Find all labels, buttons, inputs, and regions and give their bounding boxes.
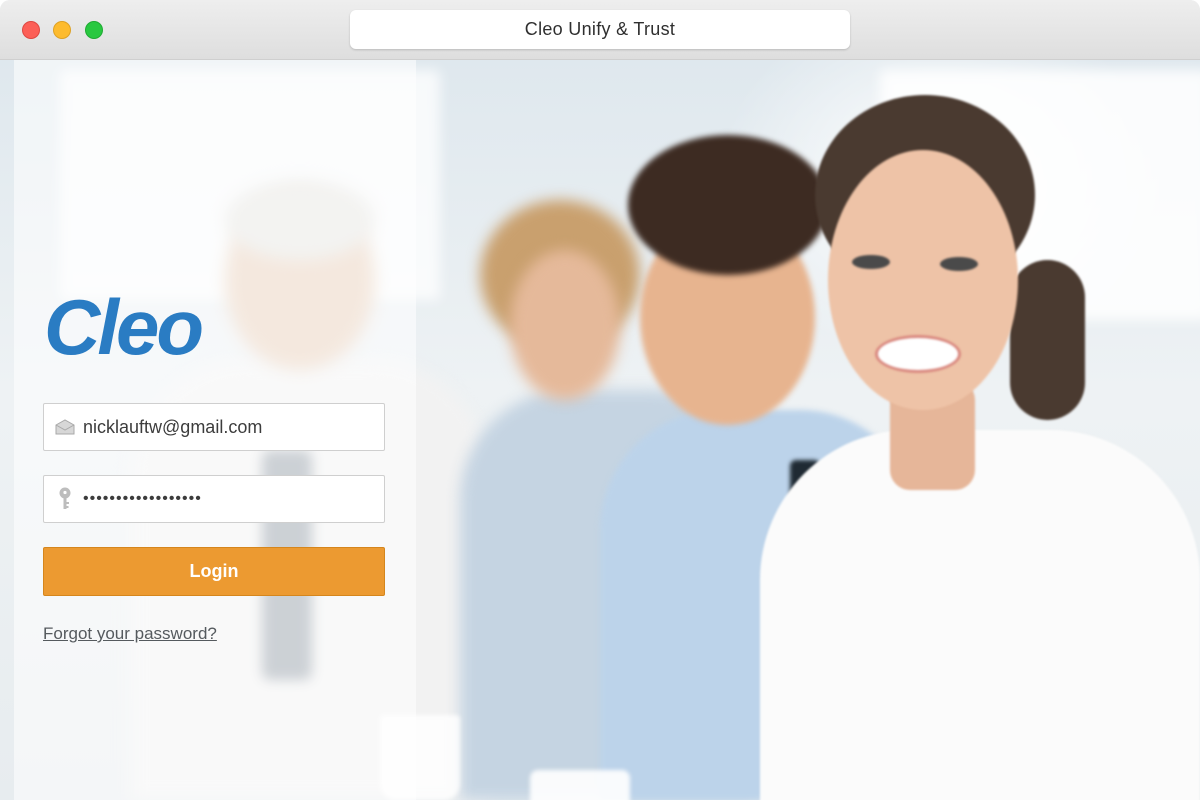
forgot-password-link[interactable]: Forgot your password? — [43, 624, 217, 644]
foreground-person — [852, 255, 890, 269]
window-title: Cleo Unify & Trust — [350, 10, 850, 49]
maximize-window-button[interactable] — [85, 21, 103, 39]
foreground-person — [760, 430, 1200, 800]
password-field[interactable] — [43, 475, 385, 523]
minimize-window-button[interactable] — [53, 21, 71, 39]
title-bar: Cleo Unify & Trust — [0, 0, 1200, 60]
close-window-button[interactable] — [22, 21, 40, 39]
key-icon — [53, 487, 77, 511]
background-person — [628, 135, 828, 275]
cleo-logo: Cleo — [44, 283, 205, 366]
background-cup — [530, 770, 630, 800]
app-window: Cleo Unify & Trust Cleo nicklauftw@gmail… — [0, 0, 1200, 800]
password-input[interactable] — [83, 476, 384, 522]
foreground-person — [940, 257, 978, 271]
foreground-person — [1010, 260, 1085, 420]
login-button[interactable]: Login — [43, 547, 385, 596]
envelope-icon — [53, 415, 77, 439]
foreground-person — [875, 335, 961, 373]
email-field[interactable] — [43, 403, 385, 451]
background-person — [510, 250, 620, 400]
logo-text: Cleo — [44, 283, 202, 366]
email-input[interactable] — [83, 404, 384, 450]
